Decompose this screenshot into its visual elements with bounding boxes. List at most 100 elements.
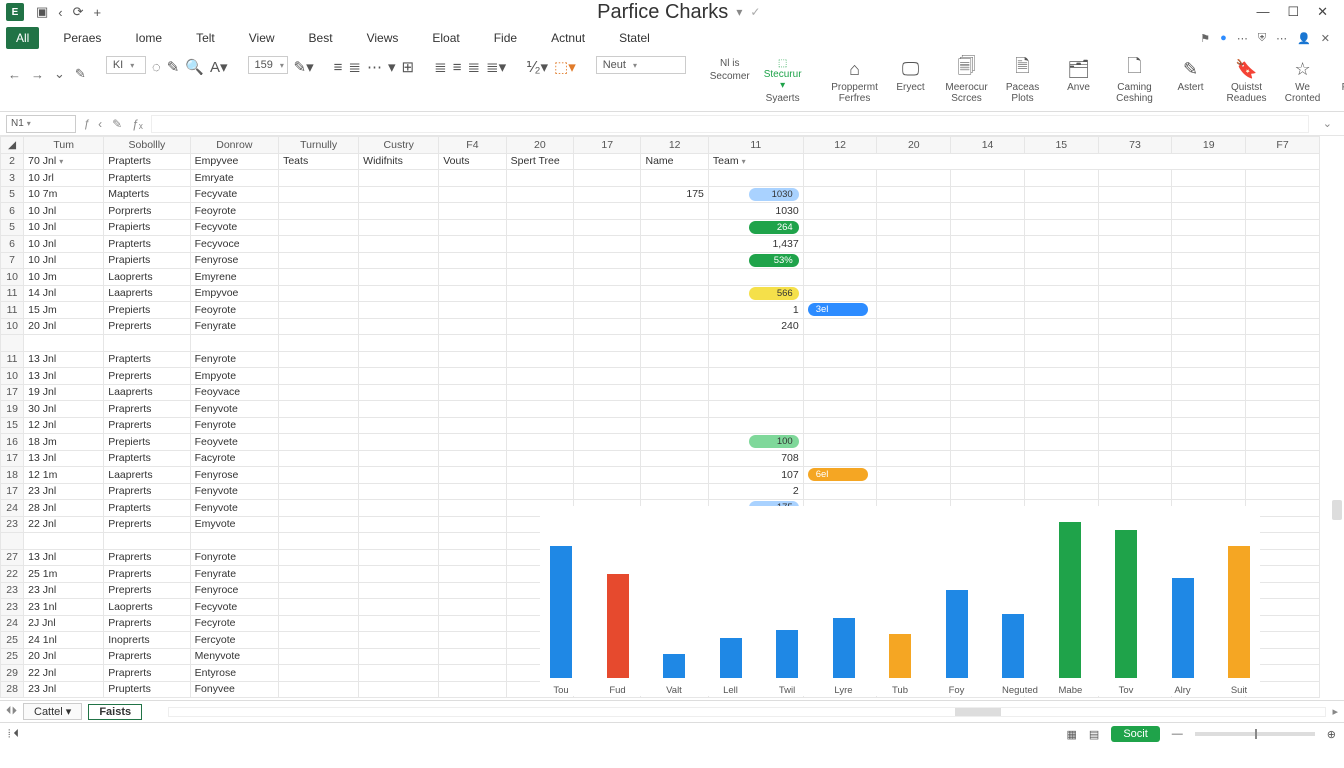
cell[interactable]	[279, 285, 359, 302]
cell[interactable]: Emyrene	[190, 269, 278, 286]
cell[interactable]	[279, 566, 359, 583]
cell[interactable]	[641, 285, 708, 302]
fx-edit-icon[interactable]: ✎	[112, 117, 122, 131]
cell[interactable]: Facyrote	[190, 450, 278, 467]
row-header[interactable]: 10	[1, 318, 24, 335]
cell[interactable]: 22 Jnl	[24, 516, 104, 533]
cell[interactable]	[803, 368, 877, 385]
cell[interactable]	[803, 170, 877, 187]
cell[interactable]	[641, 434, 708, 451]
share-dot-icon[interactable]: ●	[1220, 32, 1227, 44]
cell[interactable]	[708, 170, 803, 187]
cell[interactable]: Menyvote	[190, 648, 278, 665]
row-header[interactable]: 23	[1, 516, 24, 533]
view-page-icon[interactable]: ▤	[1089, 728, 1099, 741]
row-header[interactable]: 27	[1, 549, 24, 566]
tab-eloat[interactable]: Eloat	[422, 27, 469, 49]
cell[interactable]	[190, 335, 278, 352]
cell[interactable]	[641, 203, 708, 220]
row-header[interactable]: 17	[1, 450, 24, 467]
cell[interactable]: Fenyvote	[190, 500, 278, 517]
cell[interactable]: Praprerts	[104, 549, 190, 566]
cell[interactable]: 14 Jnl	[24, 285, 104, 302]
nav-pen-icon[interactable]: ✎	[75, 66, 86, 82]
col-header[interactable]: F4	[439, 137, 506, 154]
col-header[interactable]: 20	[506, 137, 573, 154]
row-header[interactable]: 7	[1, 252, 24, 269]
save-button[interactable]: Socit	[1111, 726, 1159, 742]
cell[interactable]: 10 Jnl	[24, 203, 104, 220]
cell[interactable]	[641, 252, 708, 269]
cell[interactable]	[803, 351, 877, 368]
row-header[interactable]: 29	[1, 665, 24, 682]
vertical-scrollbar[interactable]	[1330, 170, 1344, 708]
cell[interactable]	[279, 219, 359, 236]
align2-a-icon[interactable]: ≣	[434, 56, 447, 78]
cell[interactable]: Fecyvoce	[190, 236, 278, 253]
row-header[interactable]: 11	[1, 302, 24, 319]
pen-icon[interactable]: ✎	[167, 56, 180, 78]
cell[interactable]	[641, 417, 708, 434]
cell[interactable]: Fecyvote	[190, 219, 278, 236]
cell[interactable]	[190, 533, 278, 550]
cell[interactable]	[803, 186, 877, 203]
cell[interactable]	[803, 450, 877, 467]
col-header[interactable]: Sobollly	[104, 137, 190, 154]
sheet-tab-faists[interactable]: Faists	[88, 704, 142, 720]
col-header[interactable]: F7	[1246, 137, 1320, 154]
cell[interactable]: 28 Jnl	[24, 500, 104, 517]
row-header[interactable]: 10	[1, 269, 24, 286]
cell[interactable]: Fercyote	[190, 632, 278, 649]
cell[interactable]	[279, 599, 359, 616]
cell[interactable]	[279, 252, 359, 269]
fx-cancel-icon[interactable]: ‹	[98, 117, 102, 131]
tab-actnut[interactable]: Actnut	[541, 27, 595, 49]
col-header[interactable]: Donrow	[190, 137, 278, 154]
cell[interactable]: Feoyvace	[190, 384, 278, 401]
cell[interactable]	[279, 632, 359, 649]
cell[interactable]: Empyvoe	[190, 285, 278, 302]
row-header[interactable]: 23	[1, 582, 24, 599]
cell[interactable]	[104, 533, 190, 550]
cell[interactable]	[279, 533, 359, 550]
ribbon-big-proppermt[interactable]: ⌂ProppermtFerfres	[832, 56, 878, 104]
ribbon-big-anve[interactable]: 🗂Anve	[1056, 56, 1102, 93]
cell[interactable]: Laaprerts	[104, 384, 190, 401]
cell[interactable]: Prapterts	[104, 153, 190, 170]
tab-peraes[interactable]: Peraes	[53, 27, 111, 49]
ribbon-big-eryect[interactable]: 🖵Eryect	[888, 56, 934, 93]
cell[interactable]: 13 Jnl	[24, 351, 104, 368]
cell[interactable]: Empyvee	[190, 153, 278, 170]
cell[interactable]	[279, 170, 359, 187]
share-flag-icon[interactable]: ⚑	[1200, 32, 1210, 45]
cell[interactable]	[641, 236, 708, 253]
cell[interactable]	[279, 615, 359, 632]
cell[interactable]: 53%	[708, 252, 803, 269]
cell[interactable]	[803, 384, 877, 401]
cell[interactable]: 1030	[708, 203, 803, 220]
number-format-icon[interactable]: ⅟₂▾	[526, 56, 548, 78]
row-header[interactable]: 6	[1, 203, 24, 220]
cell[interactable]: 240	[708, 318, 803, 335]
cell[interactable]: 22 Jnl	[24, 665, 104, 682]
ribbon-big-paceas[interactable]: 🗎PaceasPlots	[1000, 56, 1046, 104]
horizontal-scrollbar[interactable]	[168, 707, 1326, 717]
app-icon[interactable]: E	[6, 3, 24, 21]
tab-statel[interactable]: Statel	[609, 27, 660, 49]
cell[interactable]	[641, 219, 708, 236]
cell[interactable]	[708, 335, 803, 352]
cell[interactable]	[803, 285, 877, 302]
sheet-nav-icon[interactable]: ⏴⏵	[6, 705, 17, 718]
tab-all[interactable]: All	[6, 27, 39, 49]
cell[interactable]	[641, 335, 708, 352]
align-left-icon[interactable]: ≡	[334, 56, 343, 78]
tab-best[interactable]: Best	[299, 27, 343, 49]
cell[interactable]	[641, 351, 708, 368]
cell[interactable]	[708, 401, 803, 418]
cell[interactable]	[279, 186, 359, 203]
cell[interactable]	[279, 681, 359, 698]
ribbon-big-quistst[interactable]: 🔖QuiststReadues	[1224, 56, 1270, 104]
row-header[interactable]: 25	[1, 632, 24, 649]
minimize-icon[interactable]: —	[1256, 4, 1269, 20]
cell[interactable]: 10 Jrl	[24, 170, 104, 187]
